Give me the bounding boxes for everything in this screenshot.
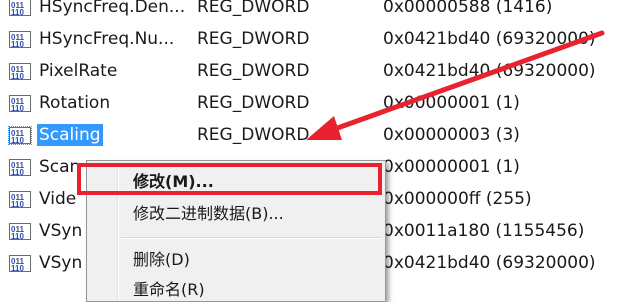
annotation-arrow-icon: [306, 30, 605, 140]
